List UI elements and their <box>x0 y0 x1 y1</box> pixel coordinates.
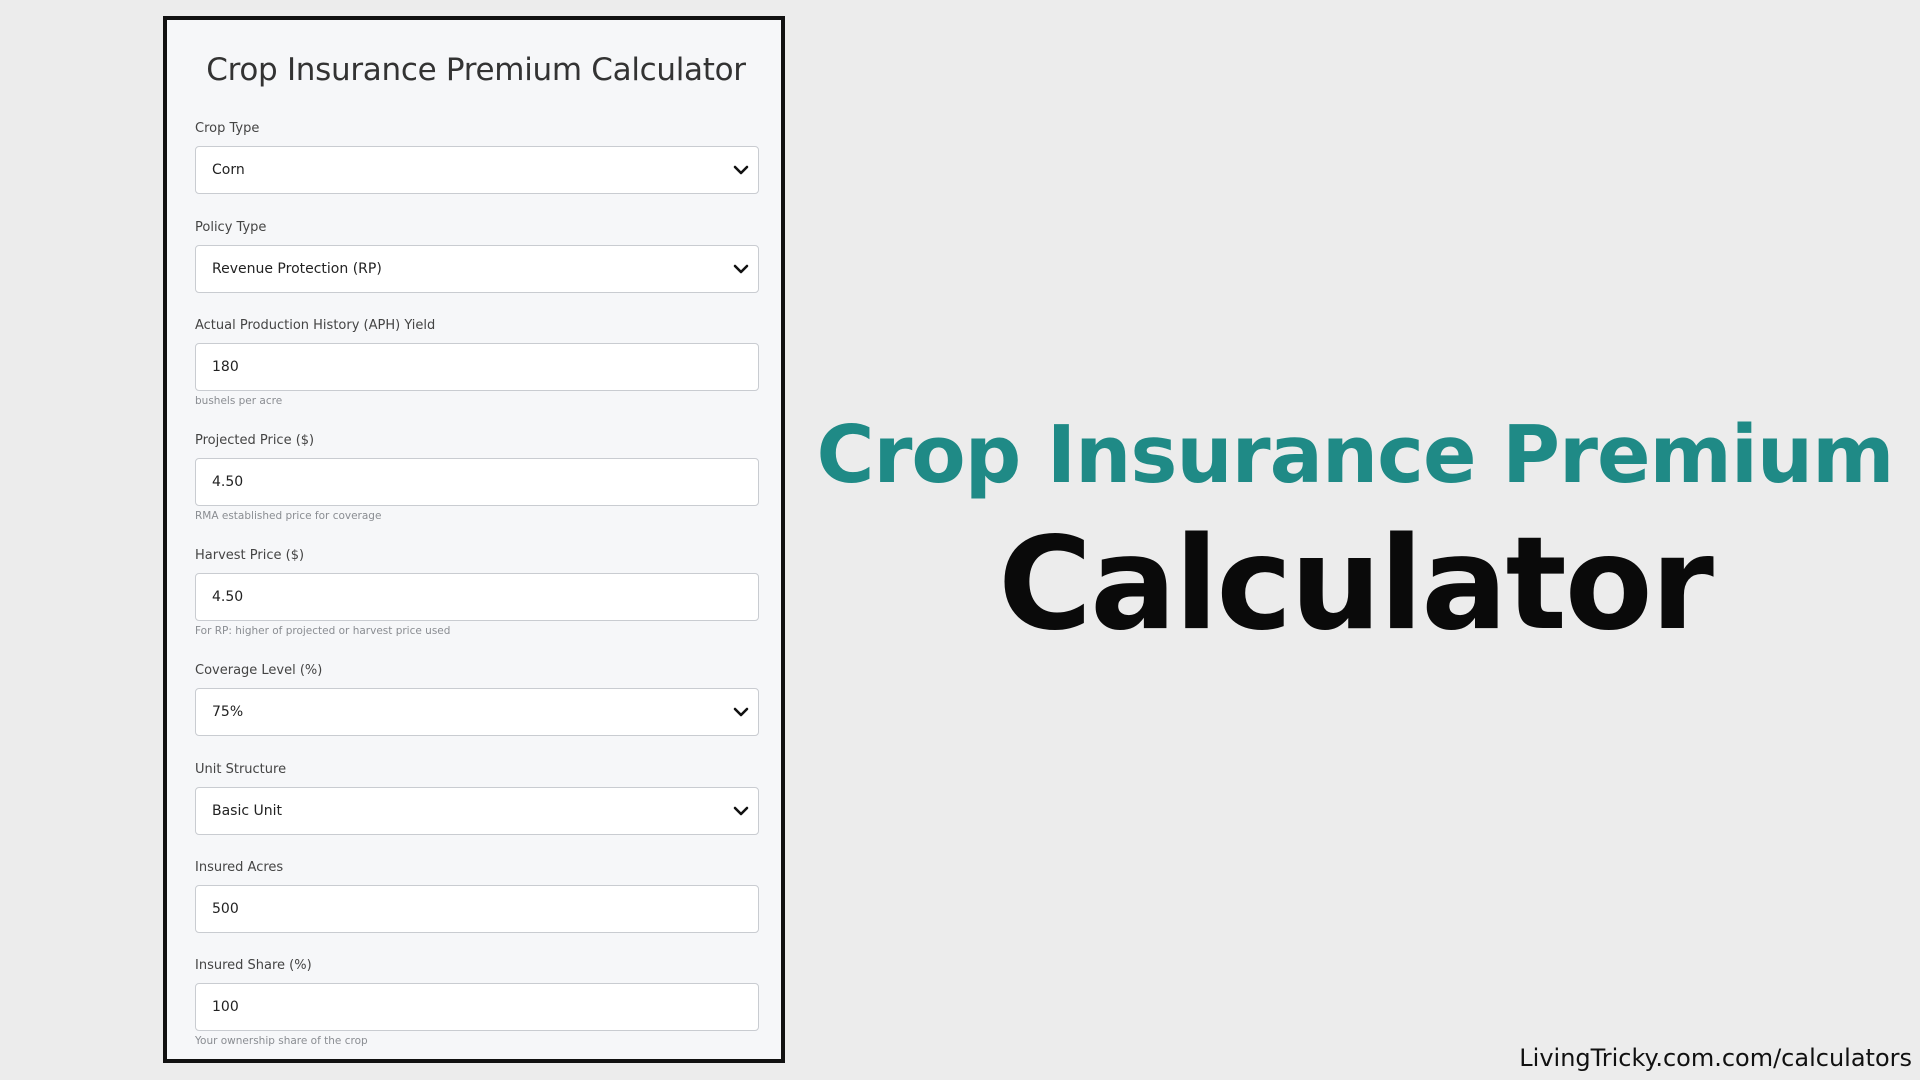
hero-title-line1: Crop Insurance Premium <box>816 409 1895 501</box>
coverage-level-label: Coverage Level (%) <box>195 663 323 678</box>
insured-acres-label: Insured Acres <box>195 860 284 875</box>
projected-price-field: Projected Price ($) 4.50 RMA established… <box>195 432 759 523</box>
projected-price-label: Projected Price ($) <box>195 433 315 448</box>
insured-share-hint: Your ownership share of the crop <box>195 1035 368 1047</box>
chevron-down-icon <box>733 264 749 274</box>
insured-acres-input[interactable]: 500 <box>195 885 759 933</box>
policy-type-label: Policy Type <box>195 220 267 235</box>
insured-share-field: Insured Share (%) 100 Your ownership sha… <box>195 957 759 1048</box>
aph-yield-label: Actual Production History (APH) Yield <box>195 318 436 333</box>
projected-price-hint: RMA established price for coverage <box>195 510 382 522</box>
harvest-price-label: Harvest Price ($) <box>195 548 305 563</box>
crop-type-select[interactable]: Corn <box>195 146 759 194</box>
coverage-level-select[interactable]: 75% <box>195 688 759 736</box>
coverage-level-value: 75% <box>212 704 244 720</box>
chevron-down-icon <box>733 806 749 816</box>
aph-yield-value: 180 <box>212 359 239 375</box>
crop-type-label: Crop Type <box>195 121 260 136</box>
insured-acres-value: 500 <box>212 901 239 917</box>
calculator-form-card: Crop Insurance Premium Calculator Crop T… <box>163 16 785 1063</box>
policy-type-field: Policy Type Revenue Protection (RP) <box>195 219 759 293</box>
insured-share-input[interactable]: 100 <box>195 983 759 1031</box>
unit-structure-value: Basic Unit <box>212 803 283 819</box>
unit-structure-select[interactable]: Basic Unit <box>195 787 759 835</box>
projected-price-value: 4.50 <box>212 474 244 490</box>
stage: Crop Insurance Premium Calculator Crop T… <box>0 0 1920 1080</box>
footer-url[interactable]: LivingTricky.com.com/calculators <box>1519 1044 1912 1072</box>
insured-share-label: Insured Share (%) <box>195 958 312 973</box>
unit-structure-label: Unit Structure <box>195 762 287 777</box>
chevron-down-icon <box>733 165 749 175</box>
form-title: Crop Insurance Premium Calculator <box>206 52 746 88</box>
crop-type-field: Crop Type Corn <box>195 120 759 194</box>
projected-price-input[interactable]: 4.50 <box>195 458 759 506</box>
harvest-price-field: Harvest Price ($) 4.50 For RP: higher of… <box>195 547 759 638</box>
insured-acres-field: Insured Acres 500 <box>195 859 759 933</box>
coverage-level-field: Coverage Level (%) 75% <box>195 662 759 736</box>
harvest-price-value: 4.50 <box>212 589 244 605</box>
harvest-price-hint: For RP: higher of projected or harvest p… <box>195 625 451 637</box>
hero-title-line2: Calculator <box>998 510 1714 659</box>
crop-type-value: Corn <box>212 162 245 178</box>
aph-yield-hint: bushels per acre <box>195 395 283 407</box>
chevron-down-icon <box>733 707 749 717</box>
aph-yield-field: Actual Production History (APH) Yield 18… <box>195 317 759 408</box>
policy-type-select[interactable]: Revenue Protection (RP) <box>195 245 759 293</box>
policy-type-value: Revenue Protection (RP) <box>212 261 382 277</box>
unit-structure-field: Unit Structure Basic Unit <box>195 761 759 835</box>
aph-yield-input[interactable]: 180 <box>195 343 759 391</box>
harvest-price-input[interactable]: 4.50 <box>195 573 759 621</box>
insured-share-value: 100 <box>212 999 239 1015</box>
